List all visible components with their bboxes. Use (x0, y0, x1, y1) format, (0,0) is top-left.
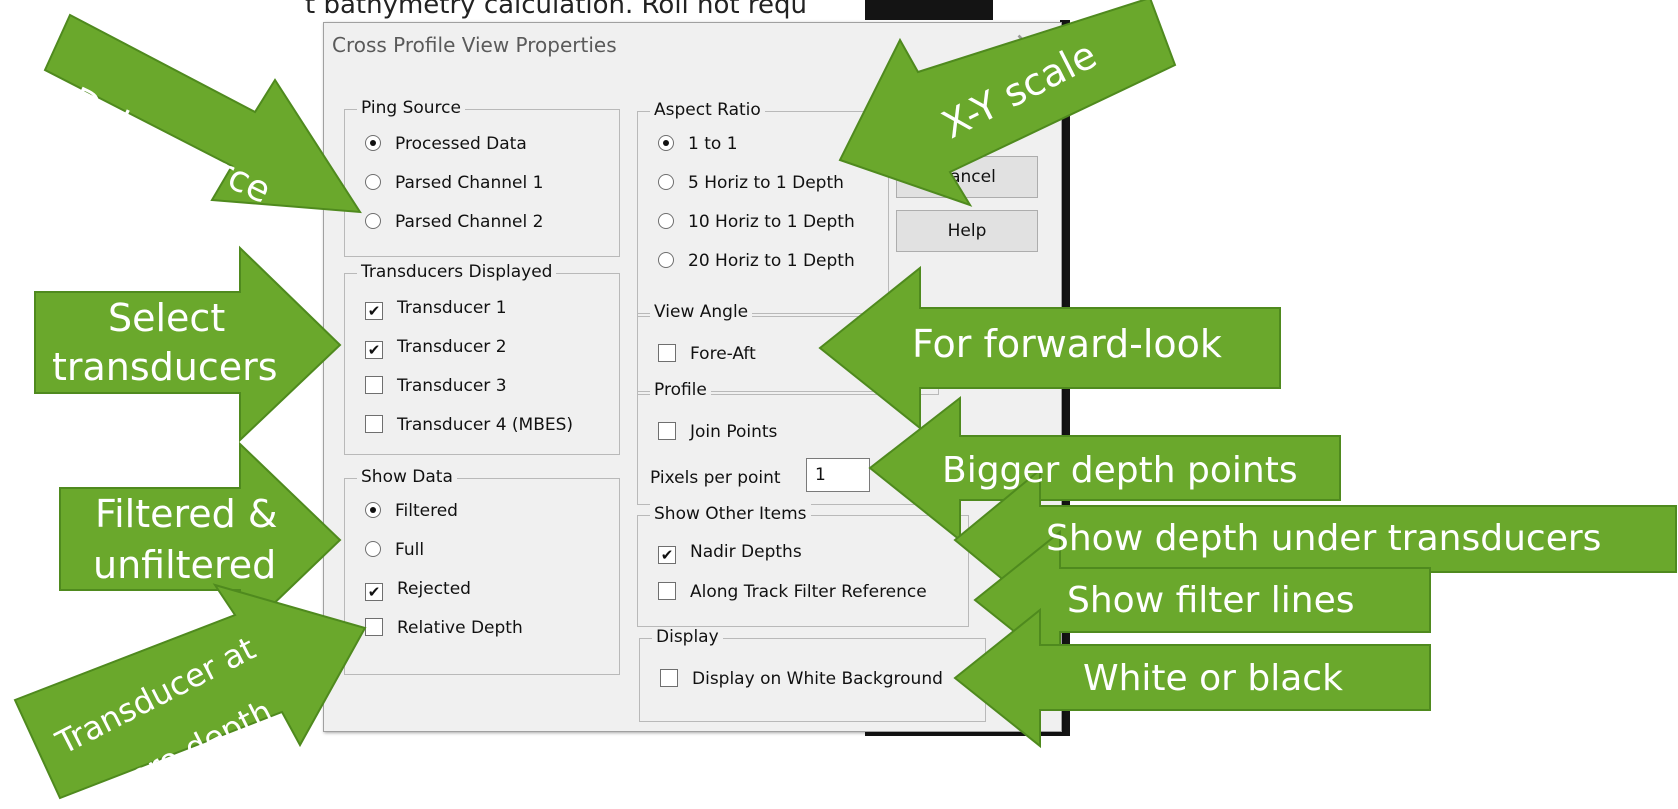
callout-depth-under: Show depth under transducers (1046, 518, 1602, 559)
callout-filtered-2: unfiltered (93, 543, 277, 587)
arrow-filtered (59, 441, 342, 639)
callout-bigger-points: Bigger depth points (942, 450, 1298, 491)
callout-select-2: transducers (52, 345, 278, 389)
callout-arrows-layer (13, 0, 1677, 800)
callout-filter-lines: Show filter lines (1067, 580, 1355, 621)
arrow-select-transducers (34, 245, 342, 443)
callout-forward-look: For forward-look (912, 322, 1222, 366)
callout-filtered-1: Filtered & (95, 492, 278, 536)
callout-select-1: Select (108, 296, 226, 340)
callout-white-black: White or black (1083, 658, 1343, 699)
